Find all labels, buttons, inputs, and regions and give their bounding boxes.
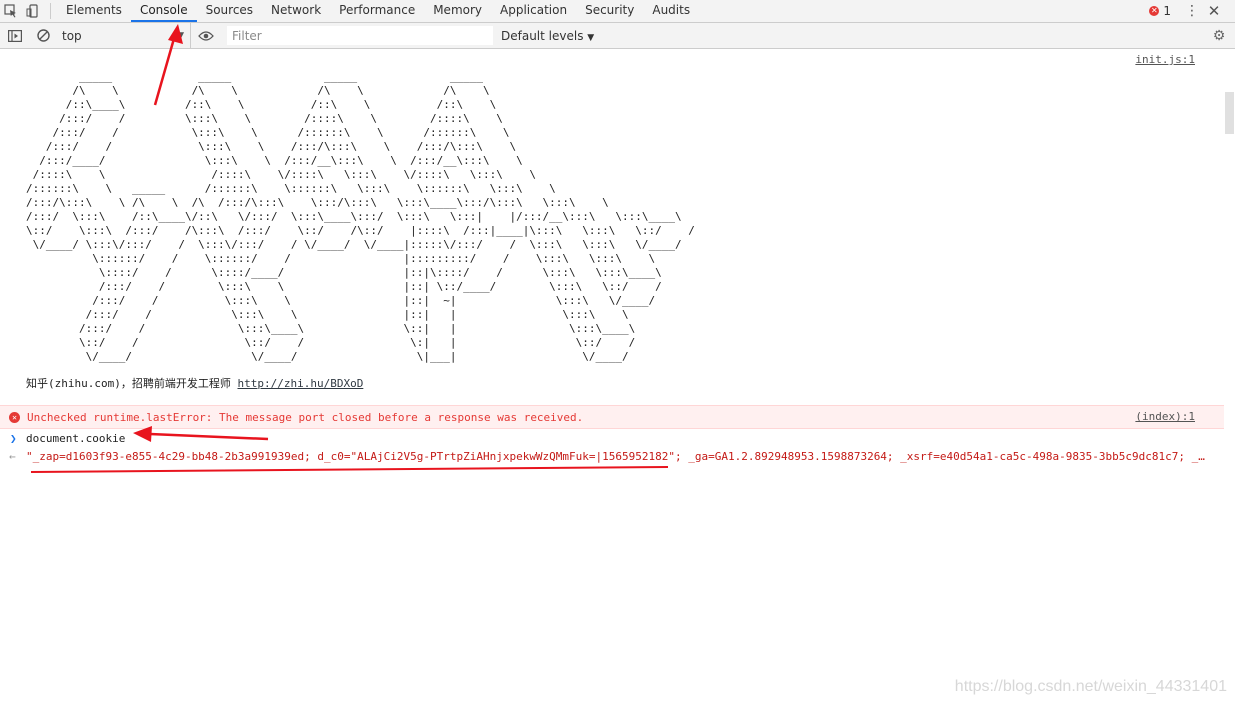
tab-memory[interactable]: Memory <box>424 0 491 22</box>
close-icon[interactable]: ✕ <box>1203 2 1225 20</box>
context-value: top <box>62 28 82 43</box>
zhihu-recruit-text: 知乎(zhihu.com)，招聘前端开发工程师 <box>26 377 231 390</box>
error-source-link[interactable]: (index):1 <box>1135 410 1195 423</box>
error-count: 1 <box>1163 4 1171 18</box>
context-selector[interactable]: top ▼ <box>56 23 191 48</box>
devtools-tab-bar: Elements Console Sources Network Perform… <box>0 0 1235 23</box>
log-levels-dropdown[interactable]: Default levels ▼ <box>501 29 594 43</box>
tab-network[interactable]: Network <box>262 0 330 22</box>
console-settings-gear-icon[interactable]: ⚙ <box>1209 23 1229 48</box>
tab-performance[interactable]: Performance <box>330 0 424 22</box>
error-icon: ✕ <box>1149 6 1160 16</box>
log-levels-label: Default levels <box>501 28 584 43</box>
tab-console[interactable]: Console <box>130 0 197 22</box>
console-command[interactable]: document.cookie <box>26 432 125 445</box>
tab-security[interactable]: Security <box>576 0 643 22</box>
live-expression-eye-icon[interactable] <box>191 23 221 48</box>
tab-sources[interactable]: Sources <box>197 0 262 22</box>
filter-input[interactable] <box>227 26 493 45</box>
console-input-row: ❯ document.cookie <box>0 429 1224 447</box>
device-toolbar-icon[interactable] <box>22 0 44 22</box>
console-toolbar: top ▼ Default levels ▼ ⚙ <box>0 23 1235 49</box>
zhihu-recruit-link[interactable]: http://zhi.hu/BDXoD <box>237 377 363 390</box>
result-arrow-icon: ← <box>9 449 16 463</box>
tab-audits[interactable]: Audits <box>643 0 699 22</box>
show-sidebar-icon[interactable] <box>0 23 30 48</box>
dropdown-arrow-icon: ▼ <box>587 32 595 43</box>
console-error-row: ✕ Unchecked runtime.lastError: The messa… <box>0 405 1224 429</box>
inspect-element-icon[interactable] <box>0 0 22 22</box>
error-icon: ✕ <box>9 411 20 423</box>
tab-application[interactable]: Application <box>491 0 576 22</box>
tab-elements[interactable]: Elements <box>57 0 131 22</box>
cookie-result[interactable]: "_zap=d1603f93-e855-4c29-bb48-2b3a991939… <box>26 450 1206 463</box>
tabbar-right-controls: ✕ 1 ⋮ ✕ <box>1149 0 1235 22</box>
zhihu-recruit-message: 知乎(zhihu.com)，招聘前端开发工程师 http://zhi.hu/BD… <box>26 375 363 391</box>
error-counter[interactable]: ✕ 1 <box>1149 4 1171 18</box>
error-message: Unchecked runtime.lastError: The message… <box>27 410 584 424</box>
clear-console-icon[interactable] <box>30 23 56 48</box>
csdn-watermark: https://blog.csdn.net/weixin_44331401 <box>954 678 1227 695</box>
scrollbar-thumb[interactable] <box>1225 92 1234 134</box>
init-js-source-link[interactable]: init.js:1 <box>1135 53 1195 66</box>
input-prompt-chevron-icon: ❯ <box>10 431 17 445</box>
dropdown-arrow-icon: ▼ <box>177 30 184 41</box>
toolbar-divider <box>50 3 51 19</box>
console-scrollbar[interactable] <box>1224 49 1235 704</box>
more-options-icon[interactable]: ⋮ <box>1181 3 1203 19</box>
console-output: init.js:1 _____ _____ _____ _____ /\ \ /… <box>0 49 1224 704</box>
zhihu-ascii-art: _____ _____ _____ _____ /\ \ /\ \ /\ \ /… <box>26 70 695 363</box>
console-result-row: ← "_zap=d1603f93-e855-4c29-bb48-2b3a9919… <box>0 447 1224 465</box>
